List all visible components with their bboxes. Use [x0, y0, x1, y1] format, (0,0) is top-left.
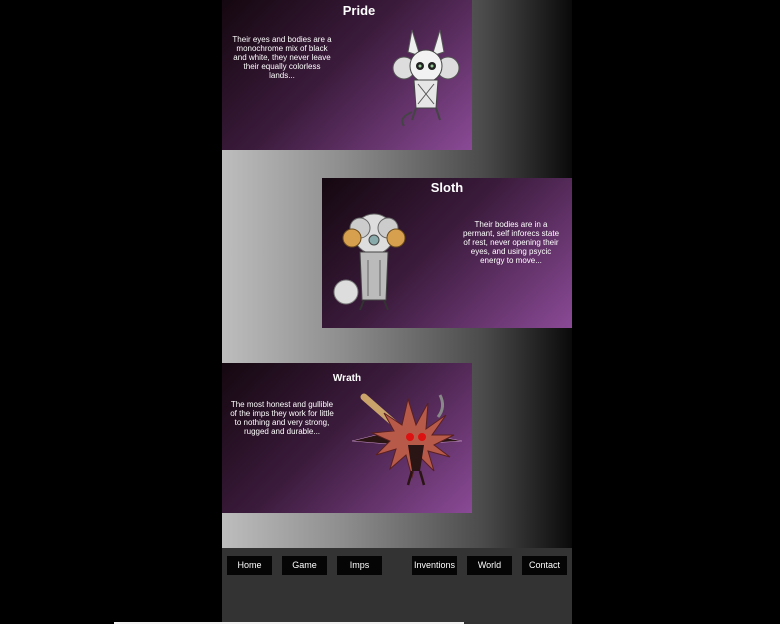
nav-world-button[interactable]: World — [467, 556, 512, 575]
pride-imp-image — [392, 29, 460, 127]
wrath-imp-image — [351, 393, 463, 486]
card-sloth: Sloth Their bodies are in a permant, sel… — [322, 178, 572, 328]
nav-imps-button[interactable]: Imps — [337, 556, 382, 575]
nav-home-button[interactable]: Home — [227, 556, 272, 575]
card-description: The most honest and gullible of the imps… — [230, 400, 334, 436]
card-pride: Pride Their eyes and bodies are a monoch… — [222, 0, 472, 150]
footer-band — [222, 548, 572, 624]
card-description: Their bodies are in a permant, self info… — [462, 220, 560, 265]
nav-inventions-button[interactable]: Inventions — [412, 556, 457, 575]
card-title: Pride — [342, 3, 376, 18]
nav-contact-button[interactable]: Contact — [522, 556, 567, 575]
card-description: Their eyes and bodies are a monochrome m… — [232, 35, 332, 80]
card-title: Wrath — [332, 373, 362, 384]
sloth-imp-image — [333, 213, 406, 311]
nav-game-button[interactable]: Game — [282, 556, 327, 575]
card-wrath: Wrath The most honest and gullible of th… — [222, 363, 472, 513]
card-title: Sloth — [430, 180, 464, 195]
